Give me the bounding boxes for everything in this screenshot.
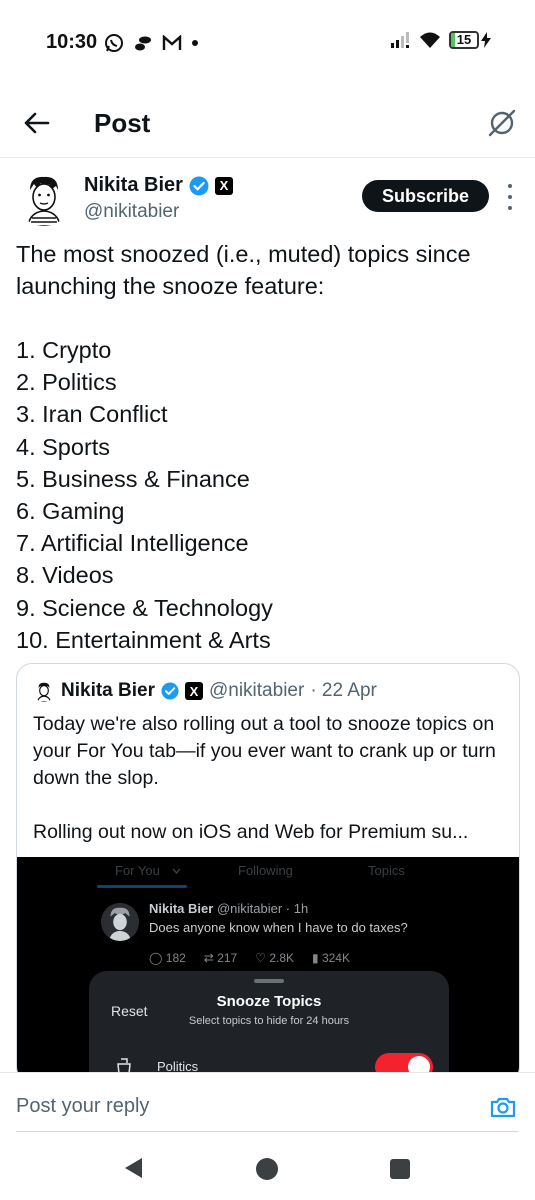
topic-list: 1. Crypto 2. Politics 3. Iran Conflict 4. S…	[16, 334, 273, 656]
nav-recents-icon[interactable]	[390, 1159, 410, 1179]
arrow-left-icon[interactable]	[22, 108, 52, 138]
system-nav-bar	[0, 1142, 535, 1200]
topic-list-item: 1. Crypto	[16, 337, 112, 363]
quote-header: Nikita Bier X @nikitabier · 22 Apr	[33, 680, 377, 702]
nav-back-icon[interactable]	[122, 1156, 146, 1180]
media-stat-replies: ◯ 182	[149, 951, 186, 965]
dot-icon	[192, 40, 198, 46]
verified-badge-icon	[161, 682, 179, 700]
quote-text-paragraph-1: Today we're also rolling out a tool to s…	[33, 713, 496, 789]
sheet-title: Snooze Topics	[216, 993, 322, 1010]
signal-icon	[391, 32, 409, 48]
media-post-text: Does anyone know when I have to do taxes…	[149, 920, 408, 935]
media-author-meta: @nikitabier · 1h	[216, 901, 309, 916]
subscribe-button[interactable]: Subscribe	[362, 180, 489, 212]
media-author-name: Nikita Bier	[149, 901, 214, 916]
media-tab-indicator	[97, 885, 187, 888]
post-intro: The most snoozed (i.e., muted) topics si…	[16, 241, 471, 300]
media-post-stats: ◯ 182 ⇄ 217 ♡ 2.8K ▮ 324K	[149, 951, 350, 965]
affiliate-badge-icon: X	[214, 176, 233, 195]
media-tab-for-you: For You	[115, 863, 160, 878]
verified-badge-icon	[189, 176, 209, 195]
whatsapp-icon	[105, 34, 123, 52]
quote-date: · 22 Apr	[310, 680, 377, 701]
wifi-icon	[420, 32, 440, 48]
infinity-icon	[135, 36, 151, 51]
status-bar: 10:30 15	[0, 0, 535, 86]
charging-bolt-icon	[481, 32, 491, 48]
media-stat-reposts: ⇄ 217	[203, 951, 238, 965]
author-name: Nikita Bier	[84, 174, 183, 196]
media-tabs: For You Following Topics	[17, 857, 519, 889]
avatar-illustration	[16, 170, 72, 226]
topic-list-item: 10. Entertainment & Arts	[16, 626, 271, 653]
topic-list-item: 9. Science & Technology	[16, 594, 273, 621]
gmail-icon	[162, 35, 182, 50]
status-time: 10:30	[46, 31, 98, 53]
media-tab-following: Following	[238, 863, 293, 878]
topic-list-item: 7. Artificial Intelligence	[16, 530, 249, 557]
status-system-icons: 15	[391, 31, 491, 49]
quote-author-name: Nikita Bier	[61, 680, 155, 701]
topic-list-item: 8. Videos	[16, 562, 114, 589]
nav-home-icon[interactable]	[256, 1158, 278, 1180]
quote-text: Today we're also rolling out a tool to s…	[33, 711, 508, 846]
quote-media-image[interactable]: For You Following Topics Nikita Bier @ni…	[17, 857, 519, 1082]
status-notification-icons	[104, 33, 199, 53]
media-post-header: Nikita Bier @nikitabier · 1h	[149, 901, 308, 916]
sheet-grip	[254, 979, 284, 983]
media-avatar	[101, 903, 139, 941]
media-stat-views: ▮ 324K	[312, 951, 350, 965]
avatar[interactable]	[16, 170, 72, 226]
top-app-bar: Post	[0, 86, 535, 158]
more-options-icon[interactable]	[500, 184, 520, 210]
page-title: Post	[94, 108, 151, 138]
topic-list-item: 5. Business & Finance	[16, 465, 250, 492]
topic-list-item: 6. Gaming	[16, 498, 125, 525]
quote-avatar	[33, 680, 55, 702]
media-stat-likes: ♡ 2.8K	[255, 951, 294, 965]
topic-list-item: 2. Politics	[16, 369, 117, 396]
author-handle[interactable]: @nikitabier	[84, 201, 179, 223]
quoted-post[interactable]: Nikita Bier X @nikitabier · 22 Apr Today…	[16, 663, 520, 1083]
reply-composer: Post your reply	[0, 1072, 535, 1142]
quote-author-handle: @nikitabier	[208, 680, 305, 701]
grok-icon[interactable]	[487, 108, 517, 138]
media-tab-topics: Topics	[368, 863, 405, 878]
camera-icon[interactable]	[489, 1093, 517, 1121]
topic-list-item: 3. Iran Conflict	[16, 401, 168, 428]
reply-divider	[16, 1131, 518, 1132]
author-name-row[interactable]: Nikita Bier X	[84, 174, 233, 197]
topic-list-item: 4. Sports	[16, 433, 111, 460]
affiliate-badge-icon: X	[184, 682, 203, 700]
chevron-down-icon	[172, 868, 181, 874]
reply-input[interactable]: Post your reply	[16, 1095, 149, 1118]
quote-text-paragraph-2: Rolling out now on iOS and Web for Premi…	[33, 821, 469, 843]
snooze-topics-sheet: Reset Snooze Topics Select topics to hid…	[89, 971, 449, 1082]
battery-level: 15	[456, 32, 472, 47]
sheet-subtitle: Select topics to hide for 24 hours	[188, 1015, 350, 1027]
battery-icon: 15	[449, 31, 491, 49]
